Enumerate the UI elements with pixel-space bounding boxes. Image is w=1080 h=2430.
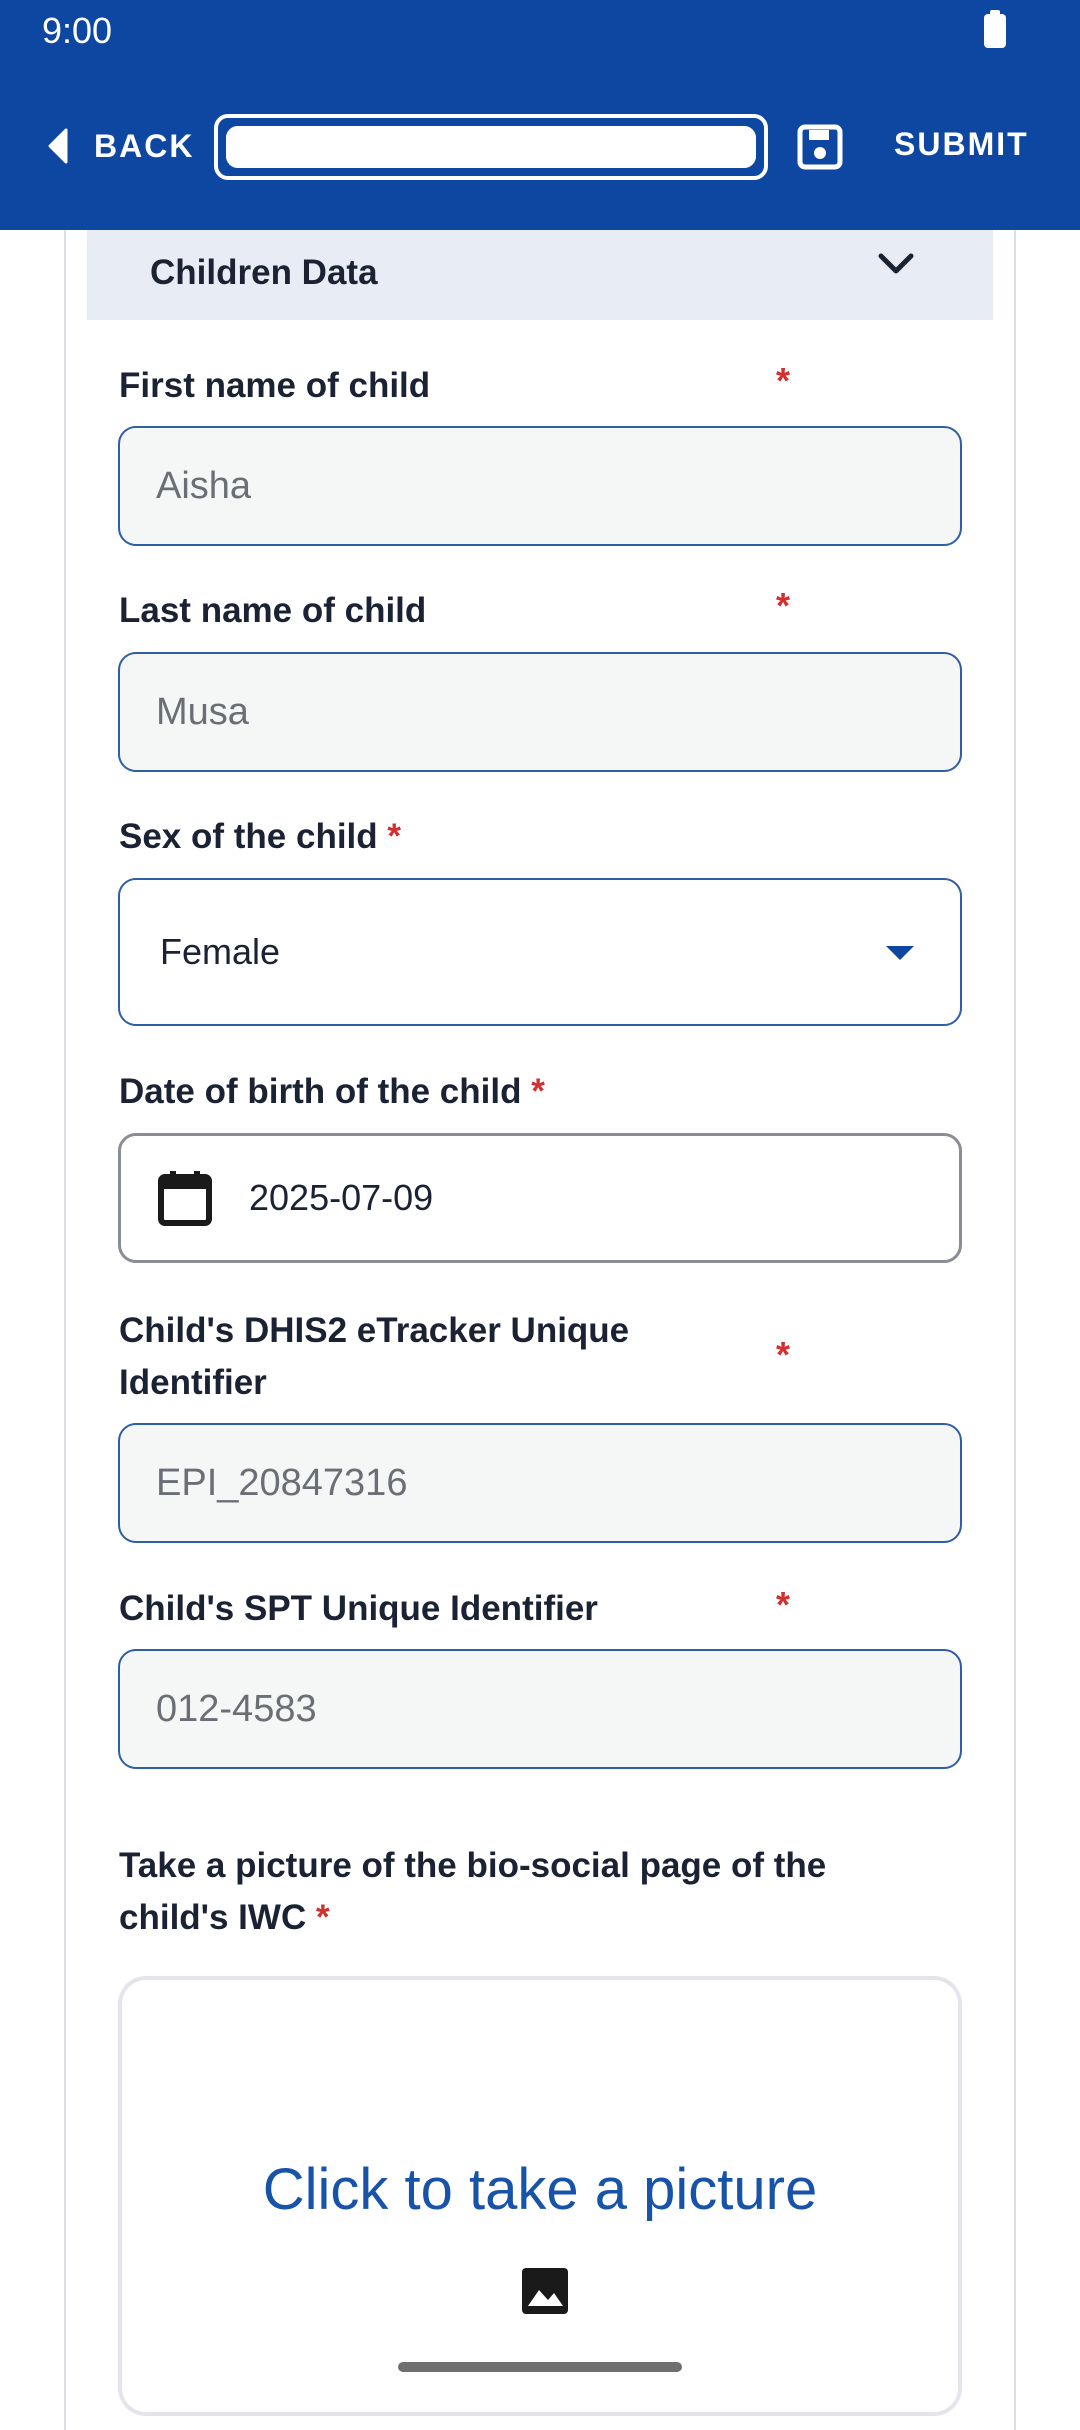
dob-field[interactable]: 2025-07-09 (118, 1133, 962, 1263)
required-marker: * (776, 1334, 791, 1375)
required-marker: * (776, 360, 791, 401)
sex-label: Sex of the child * (119, 817, 402, 856)
picture-label: Take a picture of the bio-social page of… (119, 1846, 827, 1937)
image-icon (522, 2268, 568, 2314)
section-title: Children Data (150, 253, 378, 292)
sex-select[interactable]: Female (118, 878, 962, 1026)
take-picture-label: Click to take a picture (262, 2157, 818, 2222)
progress-fill (226, 126, 756, 168)
submit-button[interactable]: SUBMIT (894, 126, 1029, 163)
first-name-field[interactable]: Aisha (118, 426, 962, 546)
dropdown-icon (886, 946, 914, 960)
spt-label: Child's SPT Unique Identifier (119, 1589, 598, 1628)
dhis2-field[interactable]: EPI_20847316 (118, 1423, 962, 1543)
required-marker: * (776, 585, 791, 626)
gesture-nav-handle (398, 2362, 682, 2372)
chevron-down-icon[interactable] (873, 242, 919, 288)
last-name-field[interactable]: Musa (118, 652, 962, 772)
last-name-label: Last name of child (119, 591, 427, 630)
back-icon (48, 128, 68, 164)
back-label: BACK (94, 127, 195, 164)
status-time: 9:00 (42, 10, 113, 51)
app-bar: 9:00 BACK SUBMIT (0, 0, 1080, 230)
first-name-label: First name of child (119, 366, 431, 405)
calendar-icon[interactable] (157, 1169, 213, 1227)
sex-select-value: Female (160, 931, 281, 972)
required-marker: * (776, 1584, 791, 1625)
take-picture-button[interactable]: Click to take a picture (118, 1976, 962, 2416)
progress-bar (214, 114, 768, 180)
progress-track (226, 126, 756, 168)
dob-label: Date of birth of the child * (119, 1072, 545, 1111)
battery-icon (984, 10, 1006, 48)
dob-value: 2025-07-09 (249, 1177, 434, 1218)
back-button[interactable]: BACK (44, 118, 194, 174)
spt-field[interactable]: 012-4583 (118, 1649, 962, 1769)
save-icon[interactable] (797, 124, 843, 170)
dhis2-label: Child's DHIS2 eTracker Unique Identifier (119, 1311, 630, 1402)
section-header[interactable]: Children Data (87, 230, 993, 320)
